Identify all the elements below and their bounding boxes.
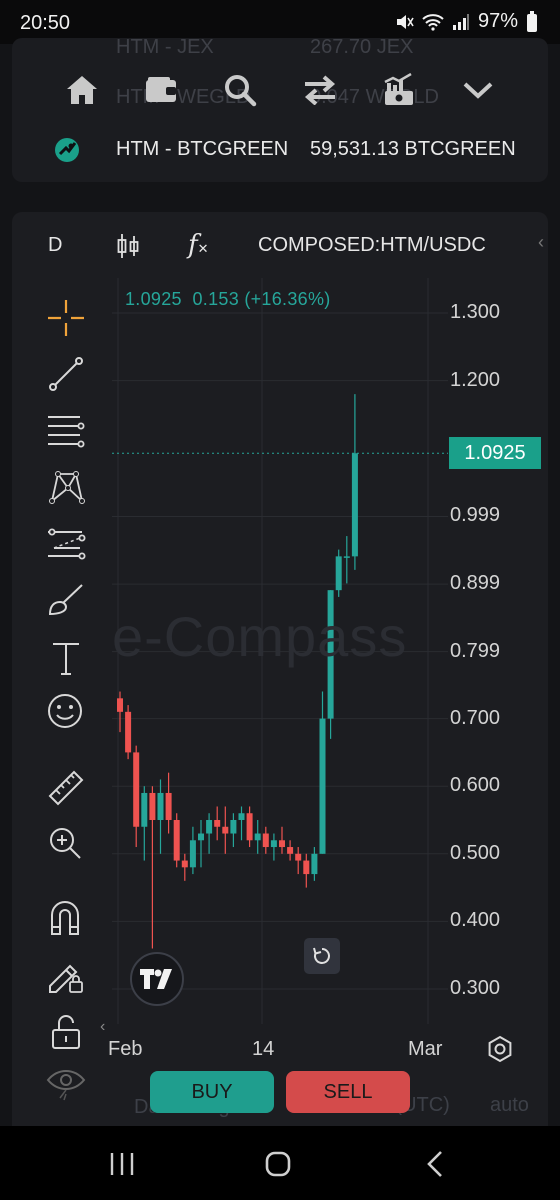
candle-body: [157, 792, 164, 820]
tradingview-logo-icon: [140, 969, 172, 989]
candle-body: [149, 792, 156, 820]
candle-body: [287, 847, 294, 854]
pattern-icon[interactable]: [48, 468, 86, 506]
candle-body: [214, 820, 221, 827]
collapse-tools-icon[interactable]: ‹: [100, 1018, 105, 1036]
candle-body: [173, 820, 180, 861]
zoom-in-icon[interactable]: [46, 824, 84, 862]
candle-body: [343, 556, 350, 558]
candle-body: [246, 813, 253, 841]
reset-icon: [313, 947, 330, 964]
y-tick-label: 1.200: [450, 368, 501, 391]
reset-chart-button[interactable]: [304, 938, 340, 974]
settings-icon[interactable]: [486, 1035, 514, 1063]
y-tick-label: 0.400: [450, 909, 501, 932]
candle-body: [181, 860, 188, 868]
candle-body: [133, 752, 140, 827]
emoji-icon[interactable]: [46, 692, 84, 730]
trendline-icon[interactable]: [48, 356, 84, 392]
home-nav-icon[interactable]: [264, 1150, 292, 1178]
ruler-icon[interactable]: [46, 768, 86, 806]
last-price-tag: 1.0925: [449, 437, 541, 470]
candle-body: [230, 820, 237, 834]
horizontal-lines-icon[interactable]: [46, 412, 86, 448]
y-tick-label: 0.600: [450, 774, 501, 797]
tradingview-logo[interactable]: [130, 952, 184, 1006]
y-tick-label: 0.999: [450, 504, 501, 527]
candle-body: [222, 826, 229, 834]
projection-icon[interactable]: [46, 526, 86, 562]
candle-body: [335, 556, 342, 591]
legend-last: 1.0925: [125, 289, 182, 309]
buy-button[interactable]: BUY: [150, 1071, 274, 1113]
legend-change-pct: (+16.36%): [244, 289, 331, 309]
candle-body: [319, 718, 326, 854]
candle-body: [238, 813, 245, 820]
x-label-feb: Feb: [108, 1038, 143, 1060]
candle-body: [351, 453, 358, 557]
candle-body: [165, 792, 172, 820]
recent-apps-icon[interactable]: [108, 1152, 136, 1176]
legend-change: 0.153: [192, 289, 240, 309]
candle-body: [254, 833, 261, 841]
candle-body: [189, 840, 196, 868]
watermark-text: e-Compass: [112, 605, 408, 668]
ohlc-legend: 1.0925 0.153 (+16.36%): [125, 289, 331, 310]
candle-body: [141, 792, 148, 827]
x-label-mar: Mar: [408, 1038, 443, 1060]
candle-body: [206, 820, 213, 834]
lock-pencil-icon[interactable]: [46, 956, 86, 994]
candle-body: [125, 711, 132, 753]
y-tick-label: 0.500: [450, 841, 501, 864]
y-tick-label: 0.799: [450, 639, 501, 662]
candle-body: [117, 698, 123, 712]
y-tick-label: 0.700: [450, 706, 501, 729]
magnet-icon[interactable]: [48, 900, 82, 936]
candle-body: [311, 853, 318, 875]
back-icon[interactable]: [424, 1150, 446, 1178]
text-icon[interactable]: [50, 640, 82, 676]
candle-body: [198, 833, 204, 841]
candle-body: [295, 853, 302, 861]
system-nav-bar: [0, 1126, 560, 1200]
y-tick-label: 0.300: [450, 977, 501, 999]
crosshair-icon[interactable]: [46, 298, 86, 338]
x-label-14: 14: [252, 1038, 275, 1060]
sell-button[interactable]: SELL: [286, 1071, 410, 1113]
brush-icon[interactable]: [46, 582, 86, 618]
candle-body: [279, 840, 285, 848]
auto-scale-button[interactable]: auto: [490, 1094, 529, 1117]
candle-body: [262, 833, 269, 848]
y-tick-label: 1.300: [450, 301, 501, 323]
candle-body: [303, 860, 310, 875]
candle-body: [270, 840, 277, 848]
eye-icon[interactable]: [46, 1066, 86, 1102]
y-tick-label: 0.899: [450, 572, 501, 595]
unlock-icon[interactable]: [50, 1014, 82, 1050]
